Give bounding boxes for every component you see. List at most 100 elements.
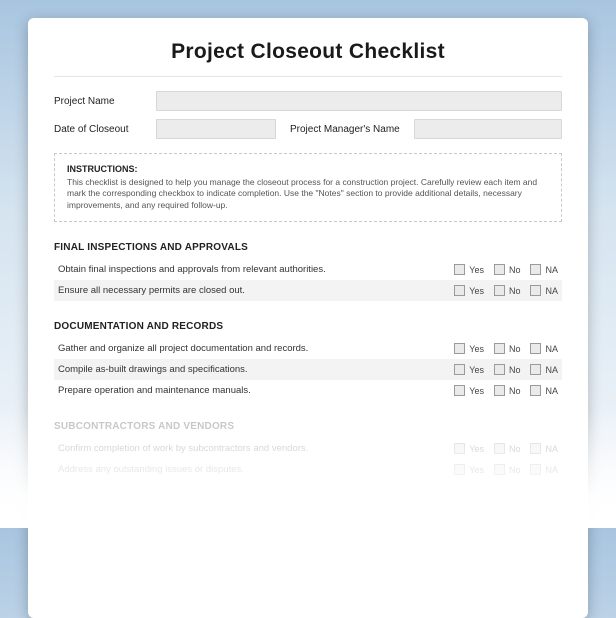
option-na[interactable]: NA: [530, 343, 558, 354]
checkbox-icon: [530, 385, 541, 396]
option-no[interactable]: No: [494, 364, 521, 375]
project-name-label: Project Name: [54, 96, 146, 107]
option-label: No: [509, 365, 521, 375]
document-page: Project Closeout Checklist Project Name …: [28, 18, 588, 618]
option-yes[interactable]: Yes: [454, 343, 484, 354]
option-label: No: [509, 444, 521, 454]
option-label: NA: [545, 465, 558, 475]
page-title: Project Closeout Checklist: [54, 40, 562, 64]
section-title: SUBCONTRACTORS AND VENDORS: [54, 421, 562, 432]
option-label: Yes: [469, 365, 484, 375]
checkbox-icon: [530, 443, 541, 454]
checklist-row: Confirm completion of work by subcontrac…: [54, 438, 562, 459]
checklist-text: Confirm completion of work by subcontrac…: [58, 443, 454, 454]
option-yes[interactable]: Yes: [454, 264, 484, 275]
option-label: No: [509, 344, 521, 354]
option-label: No: [509, 286, 521, 296]
options-group: Yes No NA: [454, 443, 558, 454]
option-label: Yes: [469, 386, 484, 396]
option-no[interactable]: No: [494, 385, 521, 396]
option-no[interactable]: No: [494, 264, 521, 275]
option-no[interactable]: No: [494, 443, 521, 454]
option-na[interactable]: NA: [530, 464, 558, 475]
option-label: Yes: [469, 286, 484, 296]
option-na[interactable]: NA: [530, 385, 558, 396]
checkbox-icon: [530, 264, 541, 275]
checkbox-icon: [454, 464, 465, 475]
options-group: Yes No NA: [454, 464, 558, 475]
divider: [54, 76, 562, 77]
checklist-text: Compile as-built drawings and specificat…: [58, 364, 454, 375]
checkbox-icon: [494, 264, 505, 275]
option-yes[interactable]: Yes: [454, 443, 484, 454]
checklist-row: Obtain final inspections and approvals f…: [54, 259, 562, 280]
option-no[interactable]: No: [494, 285, 521, 296]
checklist-text: Address any outstanding issues or disput…: [58, 464, 454, 475]
checklist-row: Compile as-built drawings and specificat…: [54, 359, 562, 380]
option-label: NA: [545, 386, 558, 396]
checklist-text: Obtain final inspections and approvals f…: [58, 264, 454, 275]
option-label: Yes: [469, 465, 484, 475]
option-label: Yes: [469, 344, 484, 354]
option-label: No: [509, 265, 521, 275]
checkbox-icon: [454, 443, 465, 454]
section-final-inspections: FINAL INSPECTIONS AND APPROVALS Obtain f…: [54, 242, 562, 301]
option-no[interactable]: No: [494, 464, 521, 475]
instructions-body: This checklist is designed to help you m…: [67, 177, 549, 211]
project-name-row: Project Name: [54, 91, 562, 111]
checkbox-icon: [494, 343, 505, 354]
option-yes[interactable]: Yes: [454, 285, 484, 296]
date-input[interactable]: [156, 119, 276, 139]
option-label: No: [509, 386, 521, 396]
checkbox-icon: [454, 385, 465, 396]
checkbox-icon: [494, 285, 505, 296]
checklist-text: Gather and organize all project document…: [58, 343, 454, 354]
option-yes[interactable]: Yes: [454, 364, 484, 375]
manager-input[interactable]: [414, 119, 562, 139]
options-group: Yes No NA: [454, 385, 558, 396]
checkbox-icon: [530, 343, 541, 354]
checklist-row: Gather and organize all project document…: [54, 338, 562, 359]
option-yes[interactable]: Yes: [454, 385, 484, 396]
option-label: NA: [545, 344, 558, 354]
checkbox-icon: [494, 364, 505, 375]
checklist-row: Address any outstanding issues or disput…: [54, 459, 562, 480]
checkbox-icon: [454, 264, 465, 275]
option-label: Yes: [469, 444, 484, 454]
instructions-box: INSTRUCTIONS: This checklist is designed…: [54, 153, 562, 222]
checkbox-icon: [530, 364, 541, 375]
checkbox-icon: [530, 464, 541, 475]
checklist-row: Ensure all necessary permits are closed …: [54, 280, 562, 301]
checkbox-icon: [494, 385, 505, 396]
option-no[interactable]: No: [494, 343, 521, 354]
option-label: Yes: [469, 265, 484, 275]
checkbox-icon: [494, 464, 505, 475]
checklist-text: Ensure all necessary permits are closed …: [58, 285, 454, 296]
section-documentation: DOCUMENTATION AND RECORDS Gather and org…: [54, 321, 562, 401]
option-label: NA: [545, 286, 558, 296]
option-na[interactable]: NA: [530, 285, 558, 296]
option-label: NA: [545, 365, 558, 375]
option-label: NA: [545, 444, 558, 454]
option-na[interactable]: NA: [530, 264, 558, 275]
section-subcontractors: SUBCONTRACTORS AND VENDORS Confirm compl…: [54, 421, 562, 480]
option-label: NA: [545, 265, 558, 275]
options-group: Yes No NA: [454, 264, 558, 275]
options-group: Yes No NA: [454, 285, 558, 296]
manager-label: Project Manager's Name: [286, 124, 404, 135]
section-title: FINAL INSPECTIONS AND APPROVALS: [54, 242, 562, 253]
checkbox-icon: [454, 285, 465, 296]
project-name-input[interactable]: [156, 91, 562, 111]
section-title: DOCUMENTATION AND RECORDS: [54, 321, 562, 332]
checklist-row: Prepare operation and maintenance manual…: [54, 380, 562, 401]
checklist-text: Prepare operation and maintenance manual…: [58, 385, 454, 396]
instructions-heading: INSTRUCTIONS:: [67, 164, 549, 174]
options-group: Yes No NA: [454, 343, 558, 354]
date-manager-row: Date of Closeout Project Manager's Name: [54, 119, 562, 139]
checkbox-icon: [494, 443, 505, 454]
checkbox-icon: [454, 343, 465, 354]
option-na[interactable]: NA: [530, 364, 558, 375]
checkbox-icon: [454, 364, 465, 375]
option-na[interactable]: NA: [530, 443, 558, 454]
option-yes[interactable]: Yes: [454, 464, 484, 475]
